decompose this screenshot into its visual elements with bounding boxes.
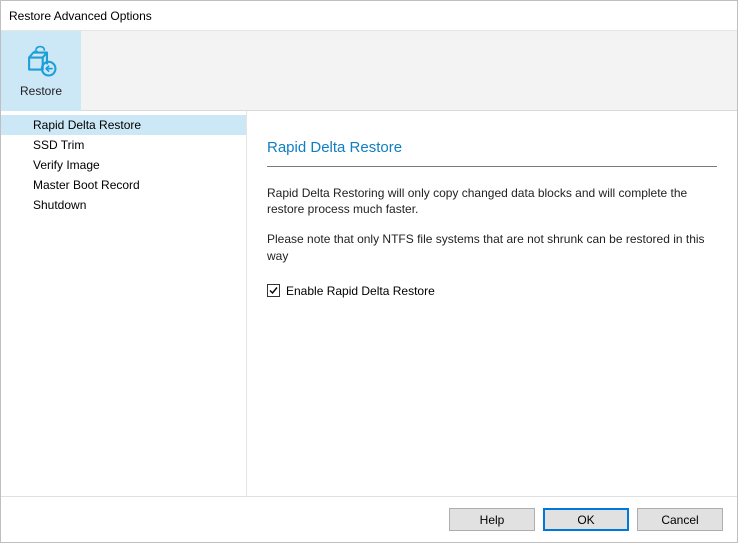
sidebar-item-rapid-delta-restore[interactable]: Rapid Delta Restore [1, 115, 246, 135]
main-panel: Rapid Delta Restore Rapid Delta Restorin… [247, 111, 737, 496]
main-divider [267, 166, 717, 167]
cancel-button[interactable]: Cancel [637, 508, 723, 531]
button-bar: Help OK Cancel [1, 496, 737, 542]
sidebar-item-shutdown[interactable]: Shutdown [1, 195, 246, 215]
sidebar: Rapid Delta Restore SSD Trim Verify Imag… [1, 111, 247, 496]
checkbox-box [267, 284, 280, 297]
sidebar-item-verify-image[interactable]: Verify Image [1, 155, 246, 175]
title-bar: Restore Advanced Options [1, 1, 737, 31]
ok-button[interactable]: OK [543, 508, 629, 531]
window-title: Restore Advanced Options [1, 9, 693, 23]
checkbox-label: Enable Rapid Delta Restore [286, 284, 435, 298]
ribbon: Restore [1, 31, 737, 111]
main-paragraph-2: Please note that only NTFS file systems … [267, 231, 717, 263]
main-paragraph-1: Rapid Delta Restoring will only copy cha… [267, 185, 717, 217]
help-button[interactable]: Help [449, 508, 535, 531]
restore-ribbon-button[interactable]: Restore [1, 31, 81, 111]
restore-ribbon-label: Restore [20, 84, 62, 98]
sidebar-item-master-boot-record[interactable]: Master Boot Record [1, 175, 246, 195]
restore-icon [24, 44, 58, 78]
checkmark-icon [268, 285, 279, 296]
close-button[interactable] [693, 1, 737, 31]
enable-rapid-delta-restore-checkbox[interactable]: Enable Rapid Delta Restore [267, 284, 717, 298]
sidebar-item-ssd-trim[interactable]: SSD Trim [1, 135, 246, 155]
main-heading: Rapid Delta Restore [267, 139, 717, 156]
content-area: Rapid Delta Restore SSD Trim Verify Imag… [1, 111, 737, 496]
